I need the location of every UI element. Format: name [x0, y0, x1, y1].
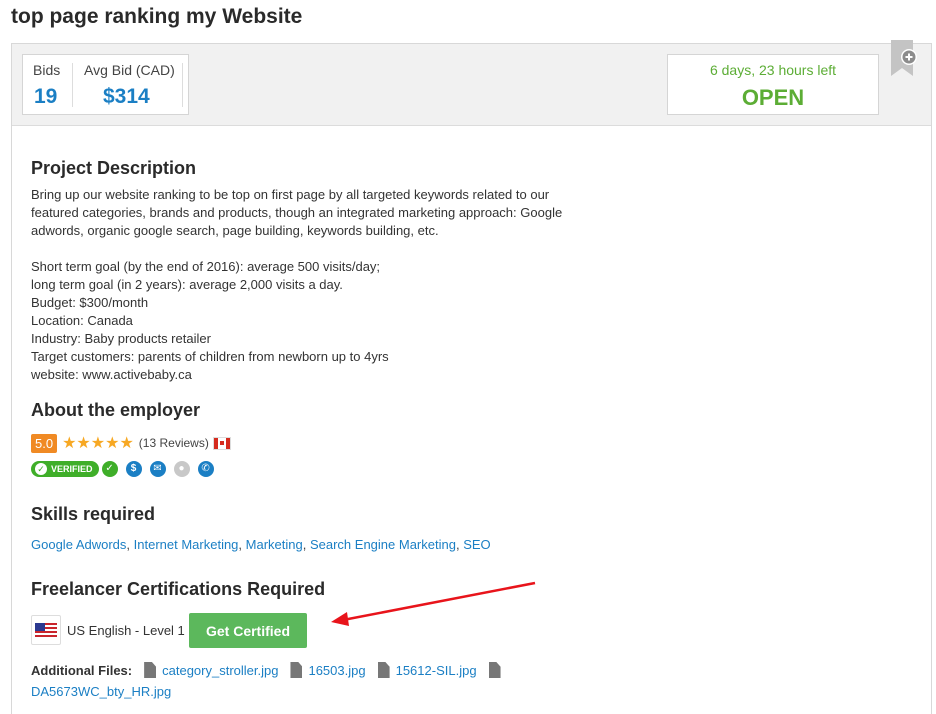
description-line: long term goal (in 2 years): average 2,0… — [31, 277, 343, 292]
skill-link[interactable]: SEO — [463, 537, 490, 552]
description-line: Target customers: parents of children fr… — [31, 349, 389, 364]
bids-count: 19 — [34, 85, 58, 108]
avg-bid-label: Avg Bid (CAD) — [84, 62, 175, 78]
avg-bid-stat: Avg Bid (CAD) $314 — [73, 55, 183, 114]
verified-badge[interactable]: ✓ VERIFIED — [31, 461, 99, 477]
file-icon — [290, 662, 303, 678]
description-line: Budget: $300/month — [31, 295, 149, 310]
stat-divider — [182, 63, 183, 107]
check-icon: ✓ — [35, 463, 47, 475]
email-verified-icon[interactable]: ✉ — [149, 461, 166, 477]
description-line: website: www.activebaby.ca — [31, 367, 192, 382]
skills-heading: Skills required — [31, 504, 156, 524]
skill-link[interactable]: Search Engine Marketing — [310, 537, 456, 552]
file-link[interactable]: category_stroller.jpg — [162, 663, 278, 678]
project-status: 6 days, 23 hours left OPEN — [667, 54, 879, 115]
identity-verified-icon[interactable]: ✓ — [101, 461, 118, 477]
description-line: Location: Canada — [31, 313, 133, 328]
description-line: Short term goal (by the end of 2016): av… — [31, 259, 381, 274]
file-icon — [377, 662, 390, 678]
skills-list: Google Adwords, Internet Marketing, Mark… — [31, 537, 491, 552]
additional-files: Additional Files: category_stroller.jpg 16… — [31, 660, 591, 702]
profile-icon[interactable]: ● — [173, 461, 190, 477]
certification-name: US English - Level 1 — [67, 622, 185, 638]
certifications-heading: Freelancer Certifications Required — [31, 579, 326, 599]
certification-item: US English - Level 1 — [31, 613, 185, 647]
skill-link[interactable]: Marketing — [246, 537, 303, 552]
description-line: adwords, organic google search, page bui… — [31, 223, 439, 238]
bids-stat: Bids 19 — [23, 55, 72, 114]
employer-verifications: ✓ VERIFIED ✓ $ ✉ ● ✆ — [31, 460, 214, 478]
skill-link[interactable]: Google Adwords — [31, 537, 126, 552]
bid-stats: Bids 19 Avg Bid (CAD) $314 — [22, 54, 189, 115]
rating-score: 5.0 — [31, 433, 58, 453]
canada-flag-icon — [212, 436, 231, 450]
file-icon — [144, 662, 157, 678]
files-label: Additional Files: — [31, 663, 133, 678]
description-line: Bring up our website ranking to be top o… — [31, 187, 550, 202]
description-line — [31, 240, 591, 258]
bookmark-add-icon[interactable] — [889, 40, 917, 80]
employer-heading: About the employer — [31, 400, 201, 420]
payment-verified-icon[interactable]: $ — [125, 461, 142, 477]
review-count[interactable]: (13 Reviews) — [139, 436, 209, 450]
project-header: Bids 19 Avg Bid (CAD) $314 6 days, 23 ho… — [12, 40, 931, 126]
description-line: Industry: Baby products retailer — [31, 331, 211, 346]
status-open: OPEN — [741, 85, 805, 110]
file-link[interactable]: 16503.jpg — [308, 663, 365, 678]
red-arrow-annotation — [331, 581, 536, 626]
bids-label: Bids — [33, 62, 61, 78]
verified-label: VERIFIED — [51, 464, 93, 474]
file-link[interactable]: 15612-SIL.jpg — [396, 663, 477, 678]
skill-link[interactable]: Internet Marketing — [134, 537, 239, 552]
file-icon — [488, 662, 501, 678]
page-title: top page ranking my Website — [11, 5, 303, 28]
description-heading: Project Description — [31, 158, 197, 178]
file-link[interactable]: DA5673WC_bty_HR.jpg — [31, 684, 171, 699]
get-certified-button[interactable]: Get Certified — [189, 613, 307, 648]
phone-verified-icon[interactable]: ✆ — [197, 461, 214, 477]
star-rating-icon: ★★★★★ — [62, 435, 134, 452]
description-line: featured categories, brands and products… — [31, 205, 563, 220]
project-description: Bring up our website ranking to be top o… — [31, 186, 591, 384]
avg-bid-value: $314 — [103, 85, 150, 108]
time-left: 6 days, 23 hours left — [709, 62, 837, 78]
us-flag-icon — [31, 615, 61, 645]
employer-rating: 5.0 ★★★★★ (13 Reviews) — [31, 432, 231, 454]
